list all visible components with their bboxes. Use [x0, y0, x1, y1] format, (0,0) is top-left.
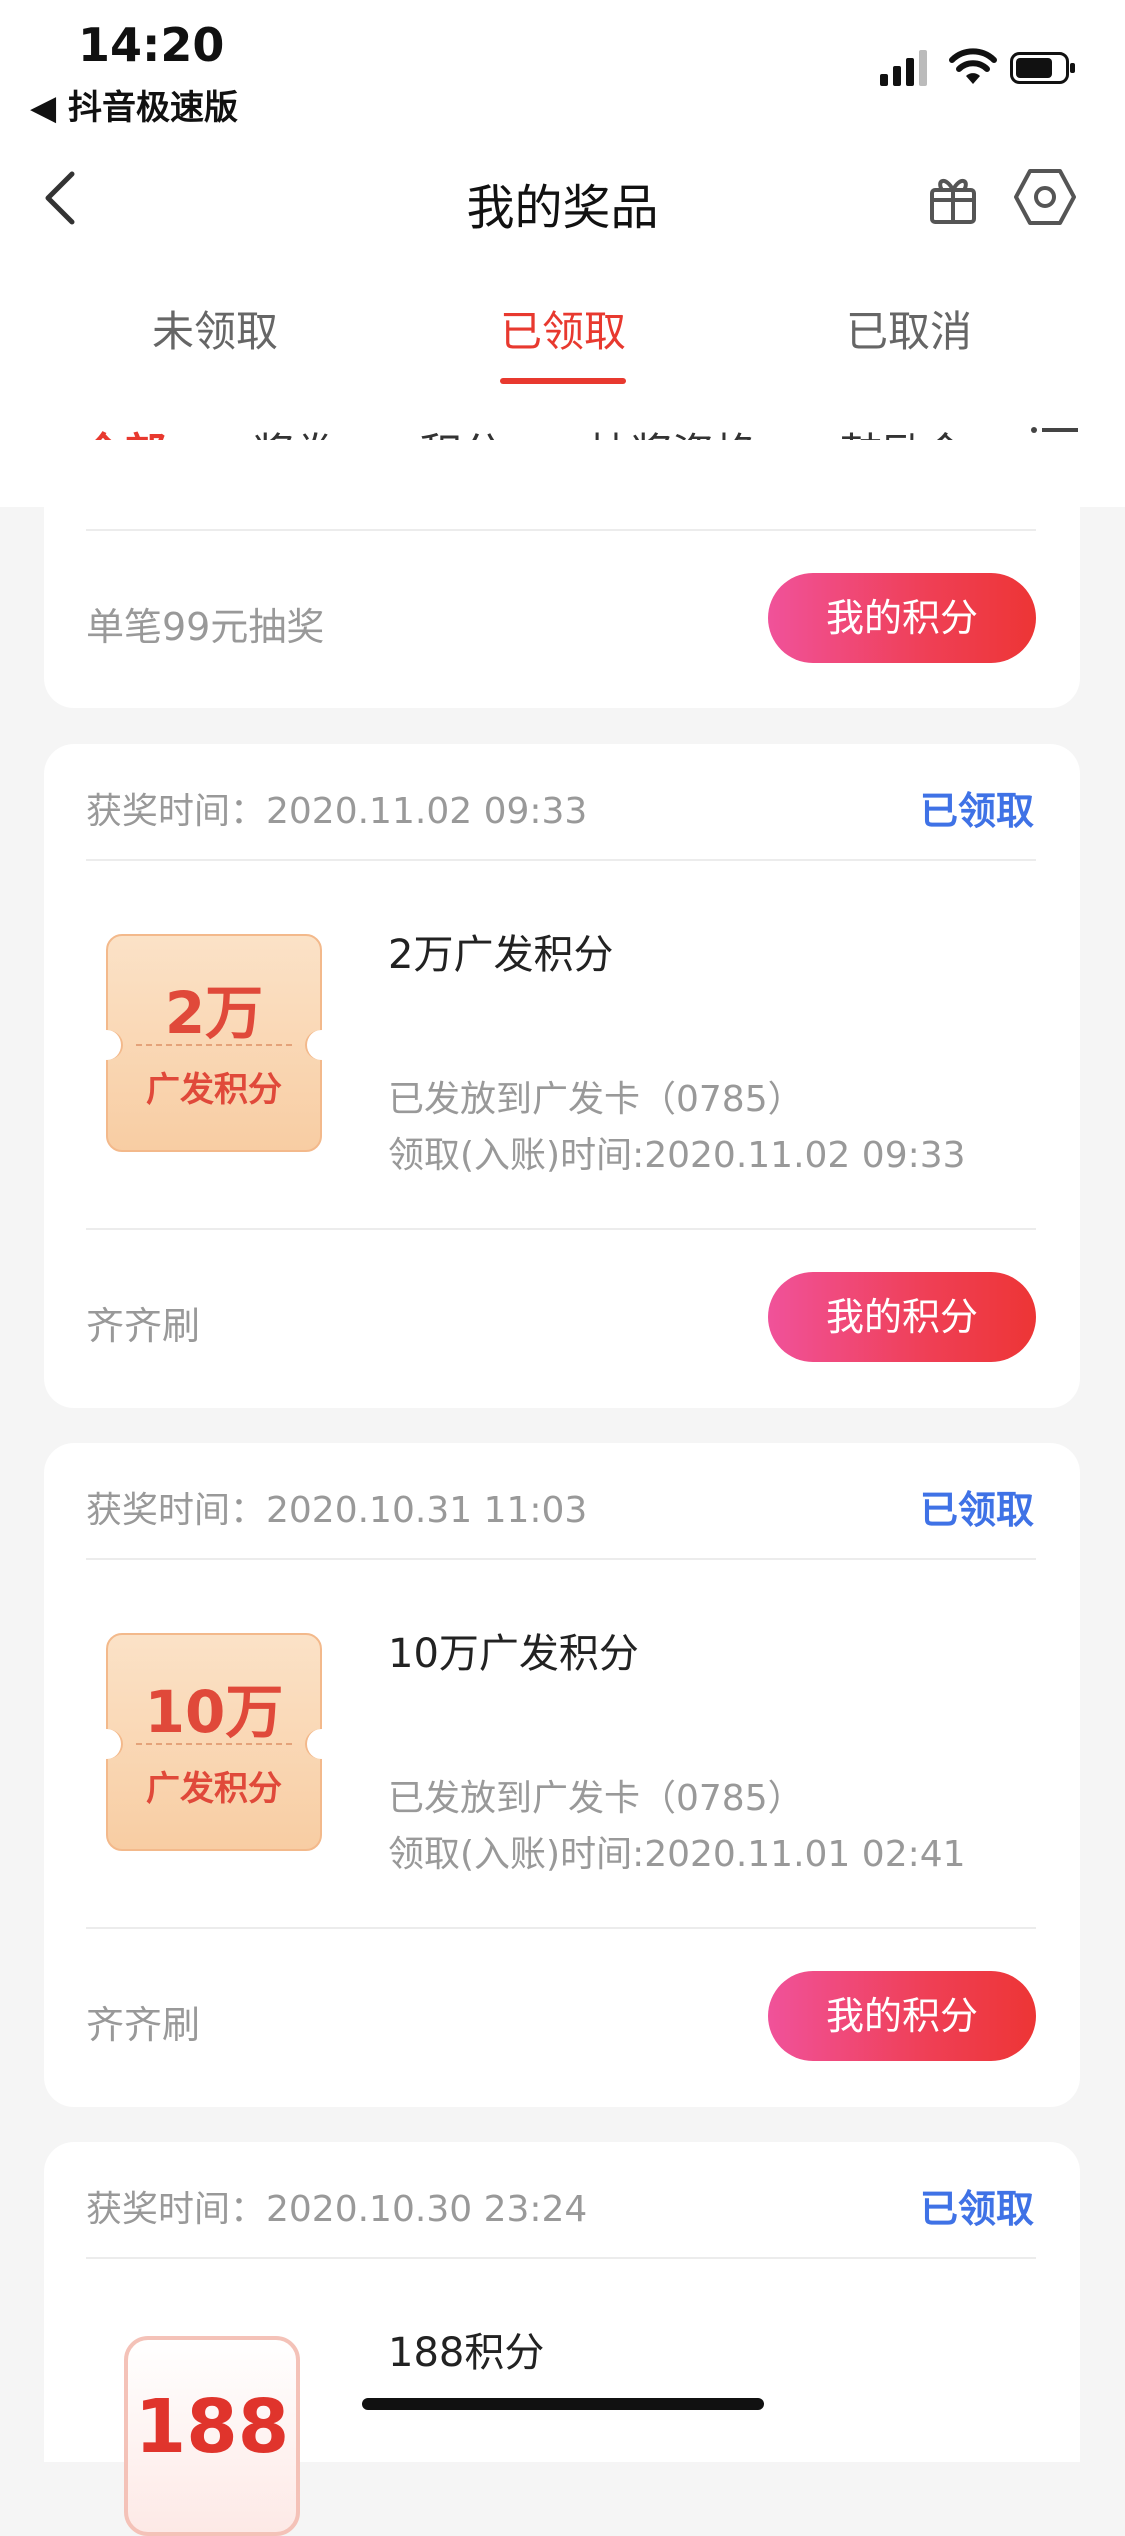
status-badge: 已领取	[920, 1488, 1035, 1532]
prize-title: 2万广发积分	[388, 932, 614, 978]
prize-claim-time: 领取(入账)时间:2020.11.02 09:33	[388, 1135, 966, 1176]
my-points-button[interactable]: 我的积分	[768, 573, 1036, 663]
points-coupon-image: 10万 广发积分	[91, 1633, 337, 1851]
prize-title: 188积分	[388, 2330, 545, 2376]
coupon-kind: 广发积分	[146, 1070, 282, 1110]
cellular-signal-icon	[880, 50, 927, 86]
tab-claimed[interactable]: 已领取	[468, 298, 658, 359]
prize-title: 10万广发积分	[388, 1631, 639, 1677]
battery-icon	[1010, 52, 1075, 84]
back-to-app-link[interactable]: ◀ 抖音极速版	[30, 80, 238, 129]
settings-icon[interactable]	[1014, 166, 1076, 228]
my-points-button[interactable]: 我的积分	[768, 1272, 1036, 1362]
coupon-kind: 广发积分	[146, 1769, 282, 1809]
points-prize-image: 188	[124, 2336, 300, 2536]
status-badge: 已领取	[920, 2187, 1035, 2231]
tab-unclaimed[interactable]: 未领取	[120, 298, 310, 359]
points-coupon-image: 2万 广发积分	[91, 934, 337, 1152]
prize-source: 单笔99元抽奖	[86, 605, 325, 649]
award-time: 获奖时间：2020.10.30 23:24	[86, 2189, 588, 2230]
status-badge: 已领取	[920, 789, 1035, 833]
tab-indicator	[500, 378, 626, 384]
divider	[86, 529, 1036, 531]
divider	[86, 1927, 1036, 1929]
prize-image-number: 188	[134, 2384, 290, 2470]
award-time: 获奖时间：2020.10.31 11:03	[86, 1490, 588, 1531]
prize-claim-time: 领取(入账)时间:2020.11.01 02:41	[388, 1834, 966, 1875]
prize-delivery: 已发放到广发卡（0785）	[388, 1079, 804, 1120]
my-points-button[interactable]: 我的积分	[768, 1971, 1036, 2061]
gift-icon[interactable]	[928, 170, 978, 226]
divider	[86, 1228, 1036, 1230]
coupon-amount: 10万	[144, 1678, 284, 1746]
coupon-amount: 2万	[164, 979, 264, 1047]
divider	[86, 859, 1036, 861]
divider	[86, 1558, 1036, 1560]
divider	[86, 2257, 1036, 2259]
prize-source: 齐齐刷	[86, 2003, 201, 2047]
tab-cancelled[interactable]: 已取消	[814, 298, 1004, 359]
prize-source: 齐齐刷	[86, 1304, 201, 1348]
prize-delivery: 已发放到广发卡（0785）	[388, 1778, 804, 1819]
award-time: 获奖时间：2020.11.02 09:33	[86, 791, 588, 832]
status-time: 14:20	[78, 18, 225, 72]
home-indicator	[362, 2398, 764, 2410]
wifi-icon	[949, 48, 997, 84]
